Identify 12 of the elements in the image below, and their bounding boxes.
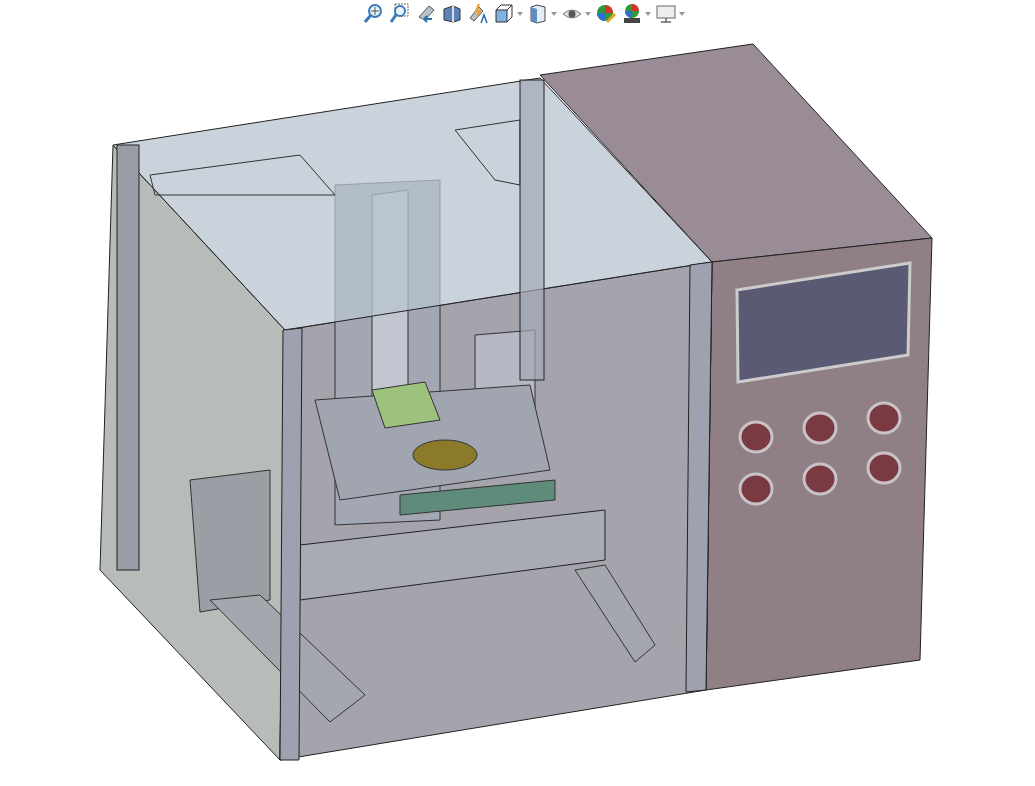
toolbar-button[interactable] — [492, 2, 524, 26]
toolbar-button[interactable] — [594, 2, 618, 26]
zoom-fit-icon — [363, 3, 385, 25]
color-ball-pencil-icon — [595, 3, 617, 25]
binoculars-lightning-icon — [467, 3, 489, 25]
monitor-icon — [655, 3, 677, 25]
section-view-icon — [441, 3, 463, 25]
zoom-area-icon — [389, 3, 411, 25]
toolbar-button[interactable] — [440, 2, 464, 26]
cube-icon — [493, 3, 515, 25]
shaded-box-icon — [527, 3, 549, 25]
color-ball-scene-icon — [621, 3, 643, 25]
